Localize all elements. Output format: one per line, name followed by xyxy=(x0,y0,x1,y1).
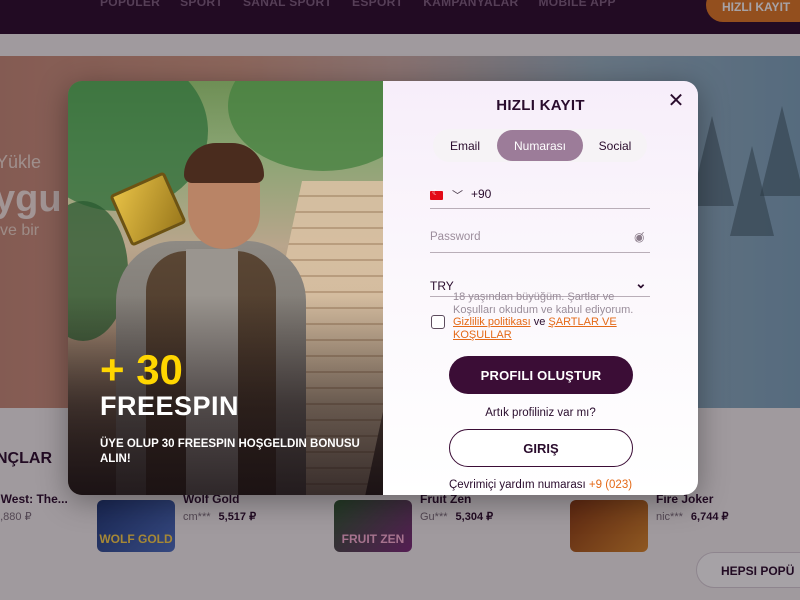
online-help: Çevrimiçi yardım numarası +9 (023) xyxy=(383,479,698,491)
form-title: HIZLI KAYIT xyxy=(496,97,585,114)
terms-checkbox[interactable] xyxy=(431,315,445,329)
signup-method-tabs: Email Numarası Social xyxy=(433,129,647,162)
help-phone-link[interactable]: +9 (023) xyxy=(589,479,632,491)
signup-modal: + 30 FREESPIN ÜYE OLUP 30 FREESPIN HOŞGE… xyxy=(68,81,698,495)
privacy-policy-link[interactable]: Gizlilik politikası xyxy=(453,316,531,328)
tab-email[interactable]: Email xyxy=(433,130,497,161)
phone-field[interactable]: ﹀ +90 xyxy=(430,187,650,209)
help-text: Çevrimiçi yardım numarası xyxy=(448,479,586,491)
signup-form: HIZLI KAYIT ✕ Email Numarası Social ﹀ +9… xyxy=(383,81,698,495)
tab-social[interactable]: Social xyxy=(583,130,647,161)
phone-country-code[interactable]: +90 xyxy=(471,187,491,201)
have-account-text: Artık profiliniz var mı? xyxy=(485,407,596,419)
promo-amount: + 30 xyxy=(100,346,183,393)
eye-slash-icon[interactable]: ◉̸ xyxy=(634,230,644,244)
close-icon[interactable]: ✕ xyxy=(666,91,686,111)
tab-phone-number[interactable]: Numarası xyxy=(497,130,583,161)
chevron-down-icon[interactable]: ﹀ xyxy=(452,187,463,203)
promo-description: ÜYE OLUP 30 FREESPIN HOŞGELDIN BONUSU AL… xyxy=(100,438,360,465)
turkey-flag-icon[interactable] xyxy=(430,188,443,200)
currency-value[interactable]: TRY xyxy=(430,279,454,293)
create-profile-button[interactable]: PROFILI OLUŞTUR xyxy=(449,356,633,394)
terms-and: ve xyxy=(533,316,546,328)
terms-text: 18 yaşından büyüğüm. Şartlar ve Koşullar… xyxy=(453,291,643,341)
promo-panel: + 30 FREESPIN ÜYE OLUP 30 FREESPIN HOŞGE… xyxy=(68,81,383,495)
terms-statement: 18 yaşından büyüğüm. Şartlar ve Koşullar… xyxy=(453,291,634,316)
promo-label: FREESPIN xyxy=(100,391,240,421)
login-button[interactable]: GIRIŞ xyxy=(449,429,633,467)
chevron-down-icon[interactable]: ⌄ xyxy=(635,275,647,292)
password-field[interactable]: Password ◉̸ xyxy=(430,230,650,253)
password-placeholder[interactable]: Password xyxy=(430,231,481,243)
